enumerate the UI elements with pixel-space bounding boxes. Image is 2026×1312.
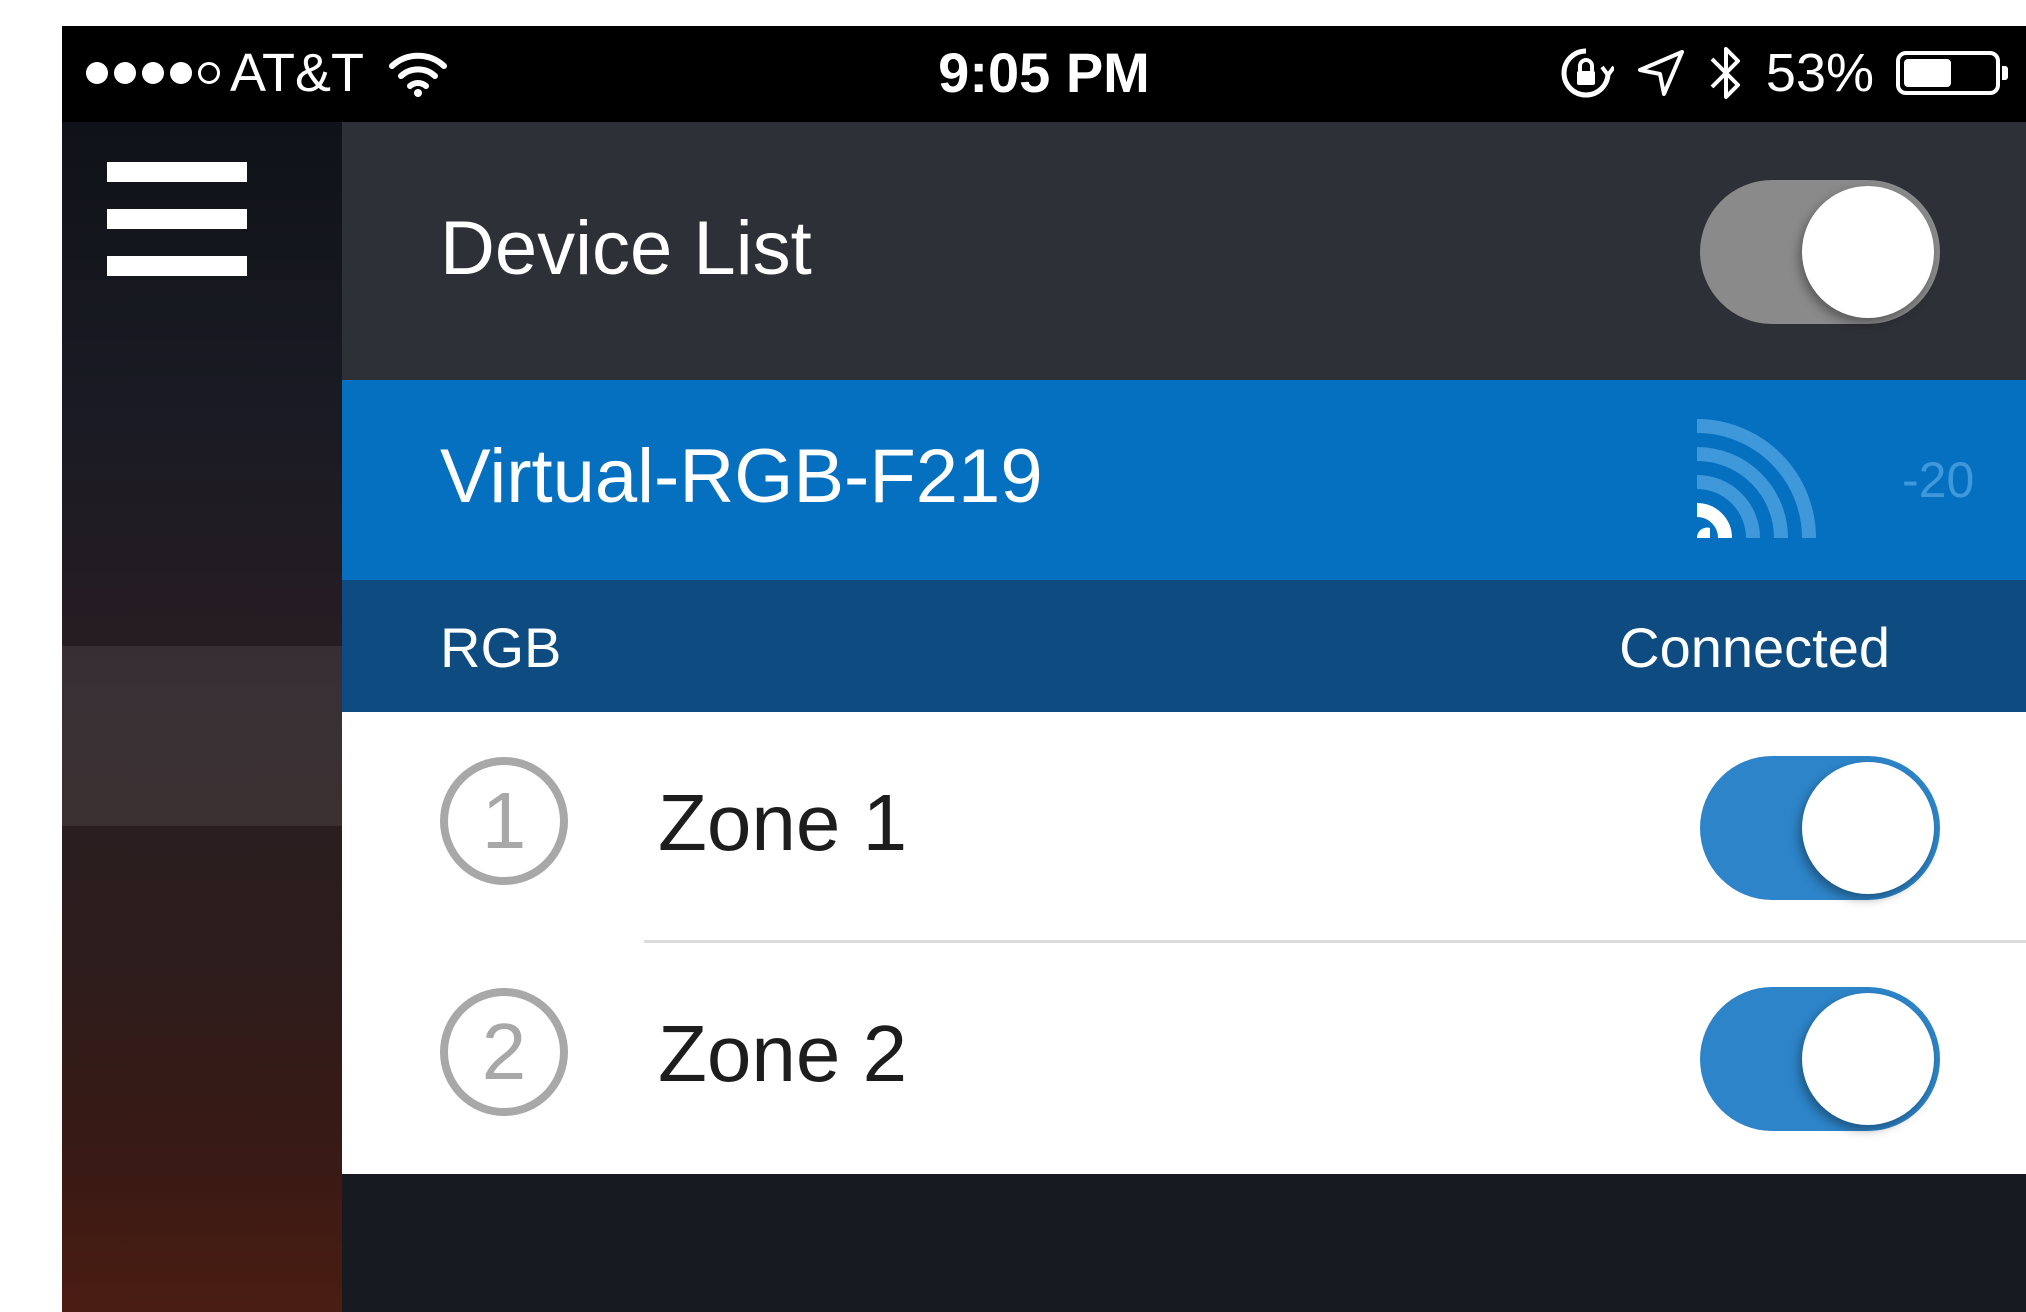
list-item: 1 Zone 1 — [342, 712, 2026, 943]
zone-label: Zone 2 — [658, 1009, 908, 1098]
zone-number-badge: 1 — [440, 757, 568, 885]
device-list-panel: Device List Virtual-RGB-F219 -20 RGB Con… — [342, 122, 2026, 1312]
connection-status: Connected — [1619, 616, 1890, 679]
battery-percent: 53% — [1765, 43, 1874, 103]
list-item: 2 Zone 2 — [342, 943, 2026, 1173]
toggle-knob — [1802, 762, 1934, 894]
bluetooth-icon — [1708, 43, 1744, 103]
zone-label: Zone 1 — [658, 778, 908, 867]
rotation-lock-icon — [1558, 45, 1616, 101]
hamburger-menu-icon[interactable] — [107, 162, 247, 276]
zone-list: 1 Zone 1 2 Zone 2 — [342, 712, 2026, 1174]
phone-screen: AT&T 9:05 PM 53% Device List Virtual-RGB… — [62, 26, 2026, 1312]
device-list-header: Device List — [342, 122, 2026, 380]
battery-icon — [1896, 51, 2008, 95]
side-menu-band — [62, 646, 342, 826]
zone-number-badge: 2 — [440, 988, 568, 1116]
device-type: RGB — [440, 616, 562, 679]
device-list-toggle[interactable] — [1700, 180, 1940, 324]
status-bar-right: 53% — [1558, 40, 2008, 106]
device-row[interactable]: Virtual-RGB-F219 -20 — [342, 380, 2026, 580]
toggle-knob — [1802, 186, 1934, 318]
status-bar: AT&T 9:05 PM 53% — [62, 26, 2026, 122]
location-icon — [1636, 48, 1686, 98]
rssi-value: -20 — [1902, 452, 1975, 508]
side-menu-background — [62, 122, 342, 1312]
signal-strength-icon — [1682, 410, 1822, 550]
page-title: Device List — [440, 206, 812, 291]
device-name: Virtual-RGB-F219 — [440, 434, 1043, 519]
zone-2-toggle[interactable] — [1700, 987, 1940, 1131]
toggle-knob — [1802, 993, 1934, 1125]
device-info-row: RGB Connected — [342, 580, 2026, 712]
zone-1-toggle[interactable] — [1700, 756, 1940, 900]
